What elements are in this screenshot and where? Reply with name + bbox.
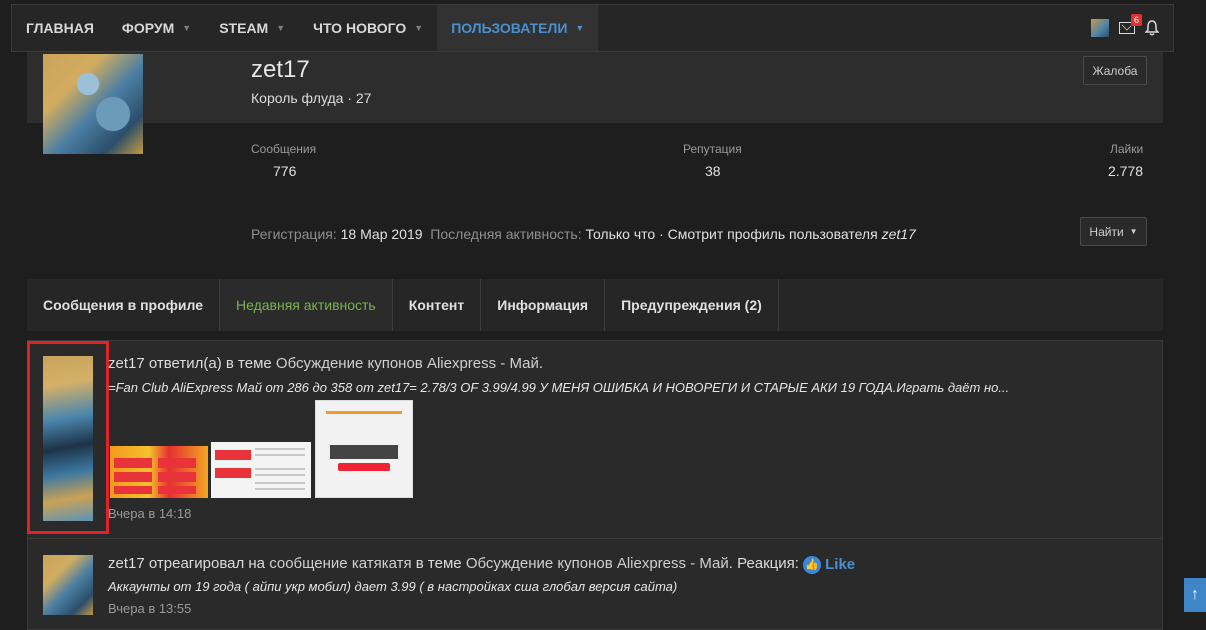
- last-activity-label: Последняя активность:: [430, 226, 582, 242]
- chevron-down-icon[interactable]: ▼: [182, 23, 191, 33]
- nav-users-label: Пользователи: [451, 20, 568, 36]
- nav-steam-label: Steam: [219, 20, 269, 36]
- registration-value: 18 Мар 2019: [340, 226, 423, 242]
- find-button-label: Найти: [1089, 224, 1124, 239]
- tab-content[interactable]: Контент: [393, 279, 482, 331]
- stat-reputation-label: Репутация: [683, 142, 742, 156]
- tab-profile-posts[interactable]: Сообщения в профиле: [27, 279, 220, 331]
- nav-home-label: Главная: [26, 20, 94, 36]
- nav-users[interactable]: Пользователи ▼: [437, 5, 599, 51]
- report-button[interactable]: Жалоба: [1083, 56, 1147, 85]
- bell-icon[interactable]: [1145, 20, 1159, 36]
- feed-action: ответил(а) в теме: [148, 355, 272, 372]
- feed-item-2-snippet[interactable]: Аккаунты от 19 года ( айпи укр мобил) да…: [108, 579, 677, 594]
- chevron-down-icon[interactable]: ▼: [575, 23, 584, 33]
- chevron-down-icon: ▼: [1129, 227, 1138, 236]
- inbox-icon[interactable]: 6: [1119, 14, 1142, 34]
- tab-information[interactable]: Информация: [481, 279, 606, 331]
- chevron-down-icon[interactable]: ▼: [276, 23, 285, 33]
- attachment-thumbnail[interactable]: [110, 446, 208, 498]
- profile-meta: Регистрация: 18 Мар 2019 Последняя актив…: [251, 226, 916, 242]
- feed-item-1-header: zet17 ответил(а) в теме Обсуждение купон…: [108, 355, 544, 372]
- reaction-name: Like: [825, 556, 856, 573]
- feed-avatar[interactable]: [43, 555, 93, 615]
- reaction[interactable]: 👍 Like: [803, 555, 856, 574]
- profile-header: [27, 52, 1163, 123]
- inbox-badge: 6: [1130, 14, 1142, 26]
- nav-whats-new-label: Что нового: [313, 20, 407, 36]
- stat-likes-value[interactable]: 2.778: [1108, 163, 1143, 179]
- profile-avatar[interactable]: [43, 54, 143, 154]
- profile-tabs: Сообщения в профиле Недавняя активность …: [27, 279, 1163, 331]
- last-activity-user[interactable]: zet17: [882, 226, 916, 242]
- stat-reputation-value[interactable]: 38: [705, 163, 721, 179]
- feed-item-2-time[interactable]: Вчера в 13:55: [108, 601, 191, 616]
- nav-forum[interactable]: Форум ▼: [108, 5, 205, 51]
- registration-label: Регистрация:: [251, 226, 337, 242]
- reaction-label: Реакция:: [737, 555, 799, 572]
- feed-item-1-time[interactable]: Вчера в 14:18: [108, 506, 191, 521]
- tab-recent-activity[interactable]: Недавняя активность: [220, 279, 393, 331]
- thumbs-up-icon: 👍: [803, 555, 822, 574]
- last-activity-value: Только что · Смотрит профиль пользовател…: [585, 226, 878, 242]
- feed-post-link[interactable]: сообщение катякатя: [269, 555, 411, 572]
- stat-messages-value[interactable]: 776: [273, 163, 296, 179]
- attachment-thumbnail[interactable]: [211, 442, 311, 498]
- profile-user-title: Король флуда · 27: [251, 90, 372, 106]
- feed-thread-link[interactable]: Обсуждение купонов Aliexpress - Май: [466, 555, 729, 572]
- nav-home[interactable]: Главная: [12, 5, 108, 51]
- top-navigation: Главная Форум ▼ Steam ▼ Что нового ▼ Пользо…: [11, 4, 1174, 52]
- tab-warnings[interactable]: Предупреждения (2): [605, 279, 779, 331]
- highlight-box: [27, 341, 109, 534]
- nav-user-tools: 6: [1091, 5, 1173, 51]
- feed-action: отреагировал на: [148, 555, 266, 572]
- scroll-to-top-button[interactable]: ↑: [1184, 578, 1206, 612]
- profile-username: zet17: [251, 56, 310, 83]
- stat-likes-label: Лайки: [1110, 142, 1144, 156]
- feed-item-1-snippet[interactable]: =Fan Club AliExpress Май от 286 до 358 о…: [108, 380, 1009, 395]
- stat-messages-label: Сообщения: [251, 142, 317, 156]
- arrow-up-icon: ↑: [1191, 586, 1199, 603]
- nav-steam[interactable]: Steam ▼: [205, 5, 299, 51]
- find-button[interactable]: Найти ▼: [1080, 217, 1147, 246]
- feed-user-link[interactable]: zet17: [108, 555, 145, 572]
- feed-thread-link[interactable]: Обсуждение купонов Aliexpress - Май: [276, 355, 539, 372]
- feed-item-2-header: zet17 отреагировал на сообщение катякатя…: [108, 555, 856, 574]
- chevron-down-icon[interactable]: ▼: [414, 23, 423, 33]
- nav-whats-new[interactable]: Что нового ▼: [299, 5, 437, 51]
- feed-in-thread: в теме: [415, 555, 462, 572]
- attachment-thumbnail[interactable]: [315, 400, 413, 498]
- feed-divider: [28, 538, 1162, 539]
- nav-forum-label: Форум: [121, 20, 175, 36]
- user-avatar[interactable]: [1091, 19, 1109, 37]
- feed-user-link[interactable]: zet17: [108, 355, 145, 372]
